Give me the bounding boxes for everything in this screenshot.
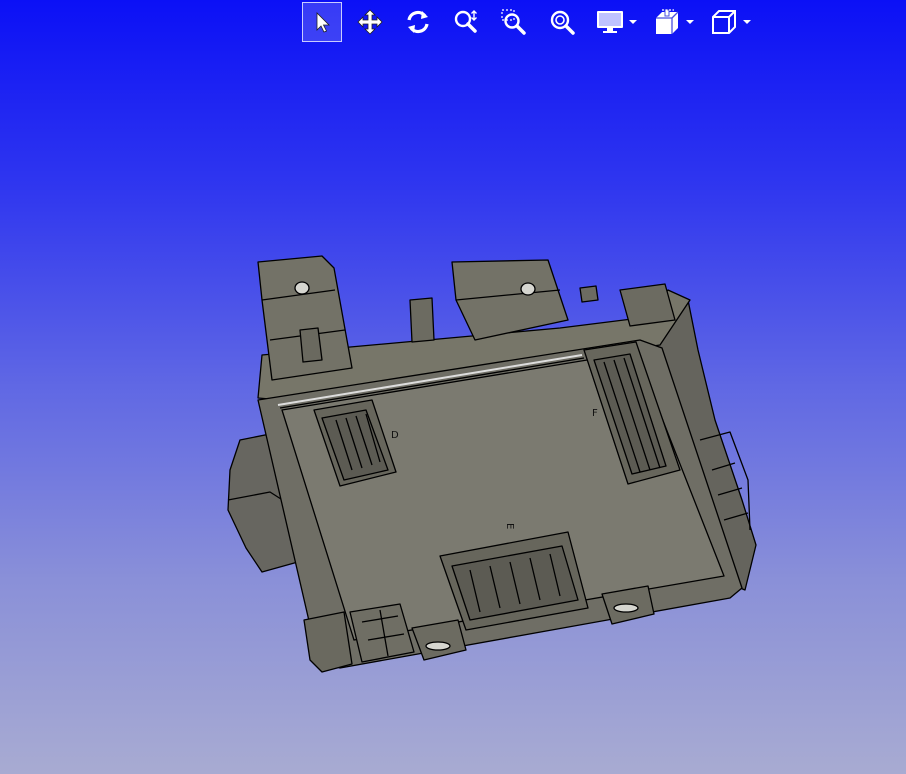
view-orientation-button[interactable] [704, 2, 744, 42]
connector-label-d: D [391, 430, 399, 441]
select-button[interactable] [302, 2, 342, 42]
zoom-window-icon [501, 9, 526, 35]
model-middle-tower [451, 259, 569, 341]
rotate-button[interactable] [398, 2, 438, 42]
rotate-icon [407, 10, 429, 34]
zoom-window-button[interactable] [494, 2, 534, 42]
3d-viewport[interactable]: D E F [0, 0, 906, 774]
connector-label-e: E [504, 523, 515, 529]
cube-view-icon [712, 10, 736, 34]
3d-model-body-control-module[interactable]: D E F [0, 0, 906, 774]
pan-move-icon [357, 9, 383, 35]
display-mode-button[interactable] [590, 2, 630, 42]
select-arrow-icon [316, 12, 330, 33]
zoom-fit-button[interactable] [542, 2, 582, 42]
section-plane-icon [656, 9, 679, 34]
pan-button[interactable] [350, 2, 390, 42]
view-toolbar [302, 2, 761, 42]
zoom-button[interactable] [446, 2, 486, 42]
monitor-icon [597, 11, 623, 33]
zoom-fit-icon [550, 10, 575, 35]
connector-label-f: F [592, 408, 598, 419]
section-button[interactable] [647, 2, 687, 42]
zoom-icon [454, 10, 477, 33]
